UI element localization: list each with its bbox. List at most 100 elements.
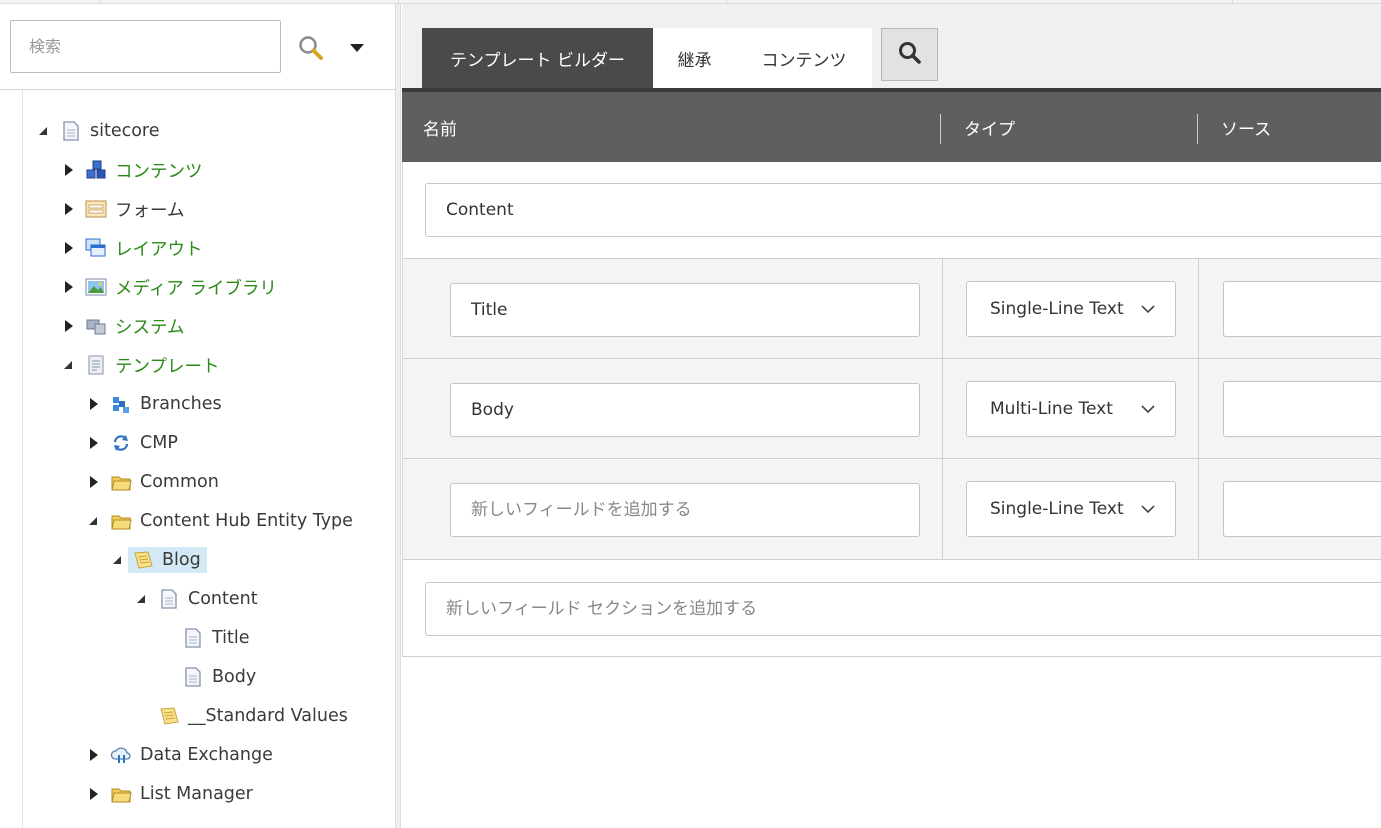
column-source-header: ソース	[1221, 119, 1272, 140]
puzzle-branch-icon	[110, 393, 132, 415]
field-type-select[interactable]: Single-Line Text	[966, 281, 1176, 337]
field-table-header: 名前 タイプ ソース	[402, 88, 1381, 162]
tree-node-branches[interactable]: Branches	[86, 389, 222, 419]
tree-node-list-manager[interactable]: List Manager	[86, 779, 253, 809]
chevron-down-icon	[1139, 300, 1157, 323]
field-row: Single-Line Text	[403, 259, 1381, 359]
computer-icon	[85, 315, 107, 337]
expanded-arrow-icon[interactable]	[36, 124, 50, 138]
tab-template-builder[interactable]: テンプレート ビルダー	[422, 28, 653, 88]
new-field-name-input[interactable]	[450, 483, 920, 537]
field-type-select[interactable]: Single-Line Text	[966, 481, 1176, 537]
tree-node-content-section[interactable]: Content	[134, 584, 258, 614]
pane-splitter[interactable]	[396, 4, 401, 828]
collapsed-arrow-icon[interactable]	[86, 787, 100, 801]
tab-content[interactable]: コンテンツ	[736, 28, 872, 88]
tree-node-content[interactable]: コンテンツ	[61, 155, 203, 185]
column-divider	[1197, 114, 1198, 144]
content-tree-pane: sitecore コンテンツ フォーム レイアウト メディア ライブラリ	[0, 4, 396, 828]
document-icon	[182, 627, 204, 649]
search-icon[interactable]	[297, 34, 325, 62]
collapsed-arrow-icon[interactable]	[86, 436, 100, 450]
new-section-input[interactable]	[425, 582, 1381, 636]
document-icon	[158, 588, 180, 610]
collapsed-arrow-icon[interactable]	[86, 397, 100, 411]
tree-node-label: Content	[188, 589, 258, 609]
tree-node-label: List Manager	[140, 784, 253, 804]
tree-node-label: テンプレート	[115, 356, 220, 377]
field-source-input[interactable]	[1223, 381, 1381, 437]
chevron-down-icon	[1139, 400, 1157, 423]
template-icon	[85, 354, 107, 376]
folder-icon	[110, 471, 132, 493]
column-name-header: 名前	[423, 119, 457, 140]
note-template-icon	[132, 549, 154, 571]
field-type-value: Single-Line Text	[990, 299, 1124, 319]
tree-node-media-library[interactable]: メディア ライブラリ	[61, 272, 277, 302]
tree-node-label: Body	[212, 667, 257, 687]
field-row-new: Single-Line Text	[403, 459, 1381, 559]
tree-node-templates[interactable]: テンプレート	[61, 350, 219, 380]
tree-node-label: システム	[115, 317, 185, 338]
document-icon	[182, 666, 204, 688]
column-type-header: タイプ	[964, 119, 1015, 140]
tree-node-label: コンテンツ	[115, 161, 203, 182]
cubes-icon	[85, 159, 107, 181]
sync-icon	[110, 432, 132, 454]
template-builder-body: Single-Line Text Multi-Line Text Single-…	[402, 162, 1381, 657]
tree-node-label: メディア ライブラリ	[115, 278, 277, 299]
tree-node-label: レイアウト	[115, 239, 203, 260]
tree-node-content-hub-entity-type[interactable]: Content Hub Entity Type	[86, 506, 353, 536]
field-type-value: Multi-Line Text	[990, 399, 1113, 419]
tree-node-blog[interactable]: Blog	[110, 545, 207, 575]
form-icon	[85, 198, 107, 220]
expanded-arrow-icon[interactable]	[110, 553, 124, 567]
field-type-select[interactable]: Multi-Line Text	[966, 381, 1176, 437]
field-type-value: Single-Line Text	[990, 499, 1124, 519]
expanded-arrow-icon[interactable]	[86, 514, 100, 528]
expanded-arrow-icon[interactable]	[61, 358, 75, 372]
folder-icon	[110, 783, 132, 805]
tree-node-label: Blog	[162, 550, 201, 570]
search-options-dropdown-icon[interactable]	[348, 40, 366, 54]
field-name-input[interactable]	[450, 383, 920, 437]
tree-node-layout[interactable]: レイアウト	[61, 233, 203, 263]
collapsed-arrow-icon[interactable]	[86, 475, 100, 489]
tree-node-label: __Standard Values	[188, 706, 348, 726]
tree-node-cmp[interactable]: CMP	[86, 428, 178, 458]
tree-search-input[interactable]	[10, 20, 281, 73]
tab-label: 継承	[677, 50, 712, 71]
tree-node-standard-values[interactable]: __Standard Values	[158, 701, 348, 731]
field-rows: Single-Line Text Multi-Line Text Single-…	[403, 258, 1381, 560]
tab-search-button[interactable]	[881, 28, 938, 81]
tab-inheritance[interactable]: 継承	[653, 28, 736, 88]
tree-node-common[interactable]: Common	[86, 467, 219, 497]
tree-node-sitecore[interactable]: sitecore	[36, 116, 160, 146]
tree-node-system[interactable]: システム	[61, 311, 184, 341]
tree-node-title-field[interactable]: Title	[182, 623, 250, 653]
field-source-input[interactable]	[1223, 481, 1381, 537]
expanded-arrow-icon[interactable]	[134, 592, 148, 606]
editor-tab-bar: テンプレート ビルダー 継承 コンテンツ	[402, 4, 1381, 88]
collapsed-arrow-icon[interactable]	[86, 748, 100, 762]
tree-node-label: Data Exchange	[140, 745, 273, 765]
collapsed-arrow-icon[interactable]	[61, 319, 75, 333]
note-template-icon	[158, 705, 180, 727]
template-editor-pane: テンプレート ビルダー 継承 コンテンツ 名前 タイプ ソース S	[402, 4, 1381, 828]
cloud-exchange-icon	[110, 744, 132, 766]
tree-node-selection[interactable]: Blog	[128, 547, 207, 573]
field-source-input[interactable]	[1223, 281, 1381, 337]
tree-node-body-field[interactable]: Body	[182, 662, 256, 692]
collapsed-arrow-icon[interactable]	[61, 280, 75, 294]
tree-node-forms[interactable]: フォーム	[61, 194, 184, 224]
tree-node-label: Title	[212, 628, 250, 648]
section-name-input[interactable]	[425, 183, 1381, 237]
collapsed-arrow-icon[interactable]	[61, 241, 75, 255]
field-name-input[interactable]	[450, 283, 920, 337]
tree-guide-line	[22, 90, 23, 828]
tree-node-data-exchange[interactable]: Data Exchange	[86, 740, 273, 770]
collapsed-arrow-icon[interactable]	[61, 163, 75, 177]
tree-node-label: sitecore	[90, 121, 160, 141]
magnifier-icon	[897, 40, 923, 70]
collapsed-arrow-icon[interactable]	[61, 202, 75, 216]
